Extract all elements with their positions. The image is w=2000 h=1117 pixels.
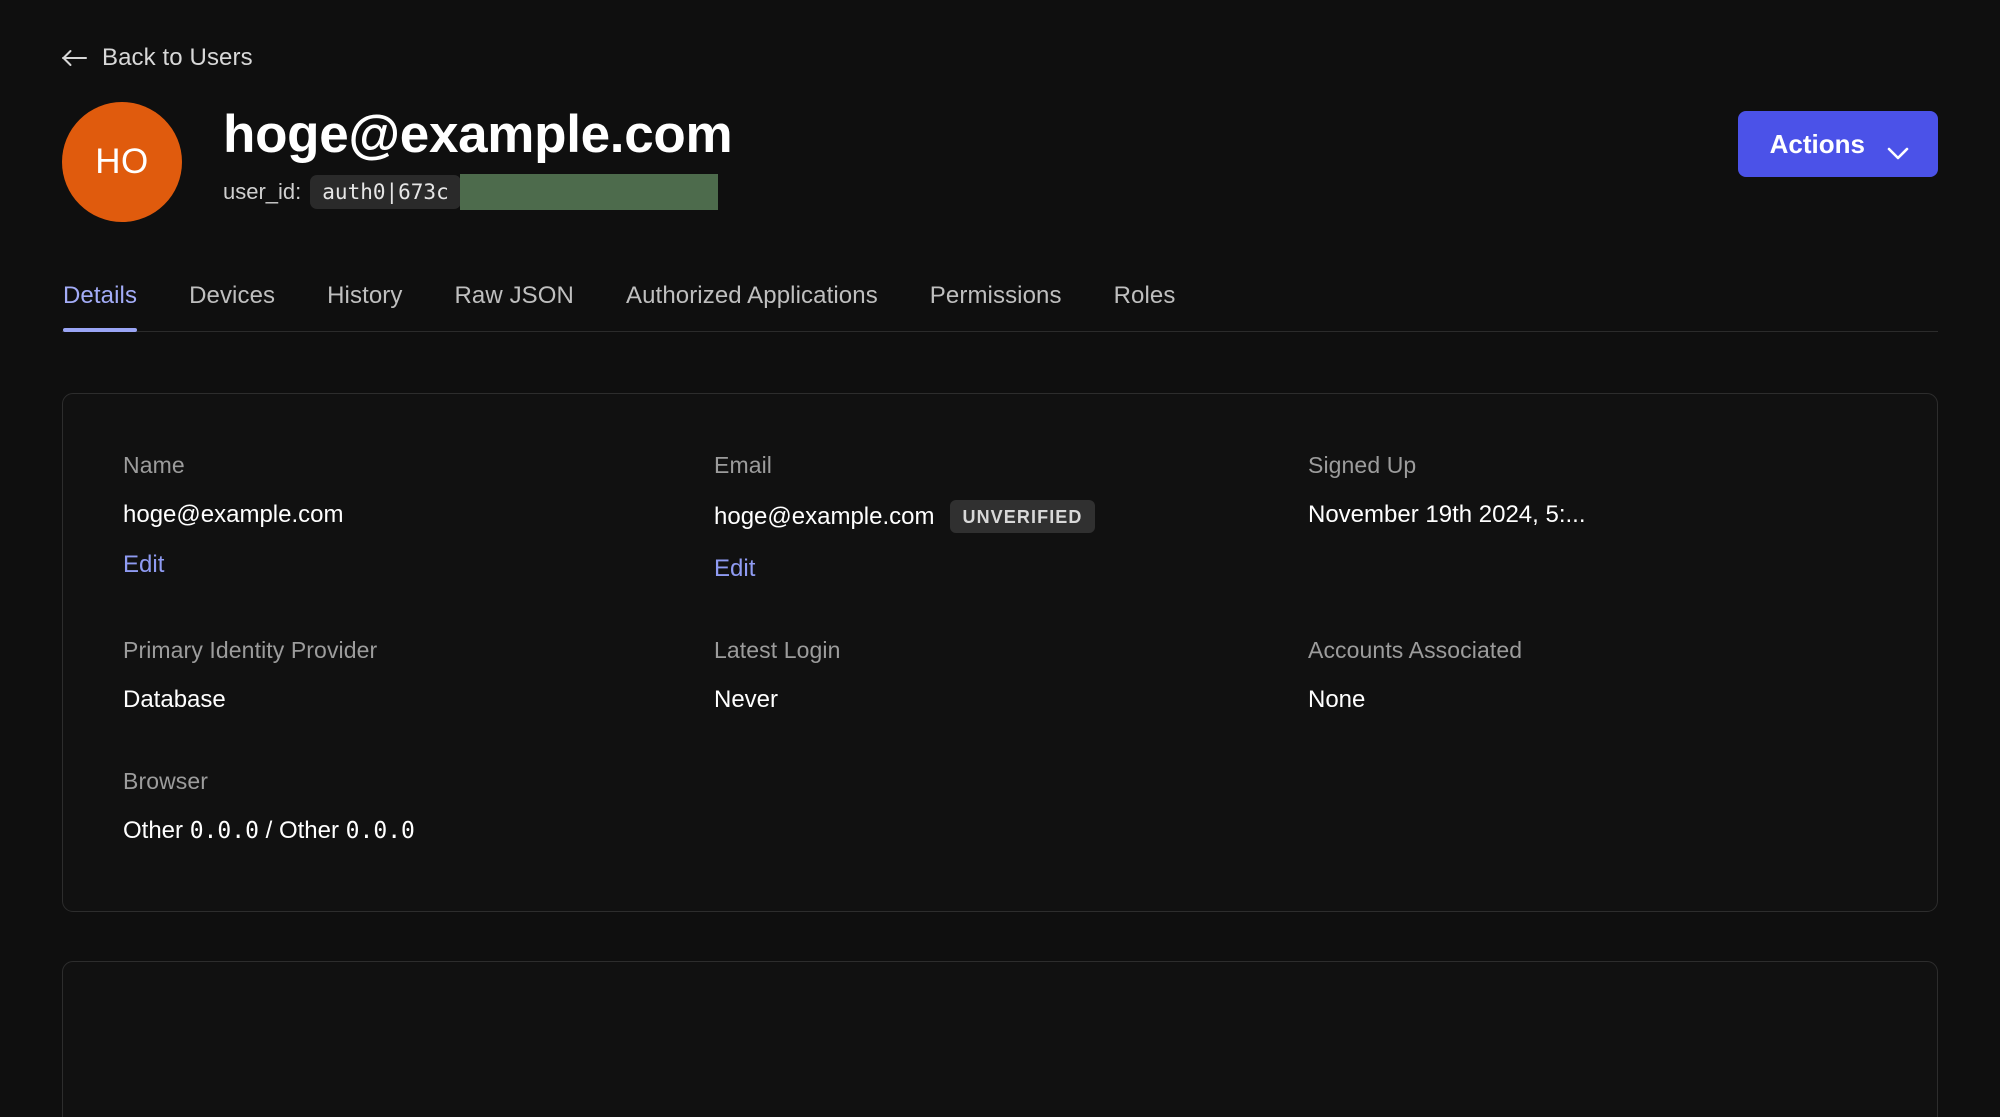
arrow-left-icon — [62, 48, 88, 68]
field-signed-up-label: Signed Up — [1308, 452, 1417, 478]
field-latest-login-value-row: Never — [714, 685, 1308, 714]
field-email-label: Email — [714, 452, 773, 478]
field-name-label: Name — [123, 452, 185, 478]
tab-authorized-applications-label: Authorized Applications — [626, 282, 878, 309]
user-id-row: user_id: auth0|673c — [223, 174, 732, 211]
field-browser-value: Other 0.0.0 / Other 0.0.0 — [123, 817, 415, 845]
user-detail-page: Back to Users HO hoge@example.com user_i… — [0, 0, 2000, 1117]
field-browser: Browser Other 0.0.0 / Other 0.0.0 — [123, 770, 714, 845]
grid-row-spacer — [714, 583, 1308, 639]
field-email-value: hoge@example.com — [714, 502, 935, 530]
details-grid: Name hoge@example.com Edit Email hoge@ex… — [123, 454, 1877, 845]
field-identity-provider: Primary Identity Provider Database — [123, 639, 714, 714]
actions-button-label: Actions — [1769, 129, 1865, 159]
field-browser-label: Browser — [123, 768, 209, 794]
tab-authorized-applications[interactable]: Authorized Applications — [600, 282, 904, 332]
avatar: HO — [62, 102, 182, 222]
tab-raw-json-label: Raw JSON — [454, 282, 574, 309]
actions-button[interactable]: Actions — [1737, 111, 1938, 177]
tab-permissions[interactable]: Permissions — [904, 282, 1088, 332]
field-identity-provider-value-row: Database — [123, 685, 714, 714]
tab-details-label: Details — [63, 282, 138, 309]
grid-row-spacer — [1308, 583, 1877, 639]
browser-name-1: Other — [123, 816, 190, 844]
field-name: Name hoge@example.com Edit — [123, 454, 714, 583]
user-header: HO hoge@example.com user_id: auth0|673c … — [62, 100, 1938, 222]
status-badge: UNVERIFIED — [950, 500, 1095, 533]
field-latest-login-label: Latest Login — [714, 637, 841, 663]
tab-history[interactable]: History — [301, 282, 428, 332]
browser-version-1: 0.0.0 — [189, 817, 259, 844]
user-id-value-pill[interactable]: auth0|673c — [310, 174, 719, 211]
field-latest-login: Latest Login Never — [714, 639, 1308, 714]
field-accounts-associated: Accounts Associated None — [1308, 639, 1877, 714]
user-id-label: user_id: — [223, 179, 302, 205]
field-email: Email hoge@example.com UNVERIFIED Edit — [714, 454, 1308, 583]
field-accounts-associated-label: Accounts Associated — [1308, 637, 1523, 663]
tab-permissions-label: Permissions — [929, 282, 1062, 309]
tab-raw-json[interactable]: Raw JSON — [429, 282, 601, 332]
tab-roles[interactable]: Roles — [1088, 282, 1202, 332]
edit-name-link[interactable]: Edit — [123, 551, 164, 579]
details-card: Name hoge@example.com Edit Email hoge@ex… — [62, 393, 1938, 912]
field-accounts-associated-value-row: None — [1308, 685, 1877, 714]
tab-list: Details Devices History Raw JSON Authori… — [62, 282, 1938, 332]
back-to-users-label: Back to Users — [102, 44, 253, 71]
tab-roles-label: Roles — [1113, 282, 1176, 309]
browser-version-2: 0.0.0 — [345, 817, 415, 844]
field-identity-provider-value: Database — [123, 685, 226, 713]
field-name-value: hoge@example.com — [123, 500, 344, 528]
user-header-text: hoge@example.com user_id: auth0|673c — [223, 100, 733, 211]
user-id-value: auth0|673c — [322, 180, 449, 205]
tab-details[interactable]: Details — [63, 282, 163, 332]
field-latest-login-value: Never — [714, 685, 779, 713]
field-name-value-row: hoge@example.com — [123, 500, 714, 529]
tab-history-label: History — [327, 282, 403, 309]
field-email-value-row: hoge@example.com UNVERIFIED — [714, 500, 1308, 533]
grid-row-spacer — [123, 583, 714, 639]
avatar-initials: HO — [95, 142, 149, 181]
tab-devices[interactable]: Devices — [163, 282, 301, 332]
edit-email-link[interactable]: Edit — [714, 555, 755, 583]
field-signed-up-value-row: November 19th 2024, 5:... — [1308, 500, 1877, 529]
chevron-down-icon — [1887, 138, 1909, 159]
redaction-overlay — [460, 174, 719, 211]
tab-devices-label: Devices — [189, 282, 276, 309]
back-to-users-link[interactable]: Back to Users — [62, 0, 253, 72]
field-identity-provider-label: Primary Identity Provider — [123, 637, 378, 663]
grid-empty-cell — [714, 770, 1308, 845]
grid-row-spacer — [1308, 714, 1877, 770]
grid-row-spacer — [714, 714, 1308, 770]
page-title: hoge@example.com — [223, 105, 733, 164]
field-accounts-associated-value: None — [1308, 685, 1366, 713]
browser-separator: / Other — [258, 816, 346, 844]
field-browser-value-row: Other 0.0.0 / Other 0.0.0 — [123, 816, 714, 845]
field-signed-up-value: November 19th 2024, 5:... — [1308, 500, 1586, 528]
field-signed-up: Signed Up November 19th 2024, 5:... — [1308, 454, 1877, 583]
secondary-card — [62, 961, 1938, 1117]
grid-empty-cell — [1308, 770, 1877, 845]
tab-bar: Details Devices History Raw JSON Authori… — [62, 282, 1938, 332]
grid-row-spacer — [123, 714, 714, 770]
